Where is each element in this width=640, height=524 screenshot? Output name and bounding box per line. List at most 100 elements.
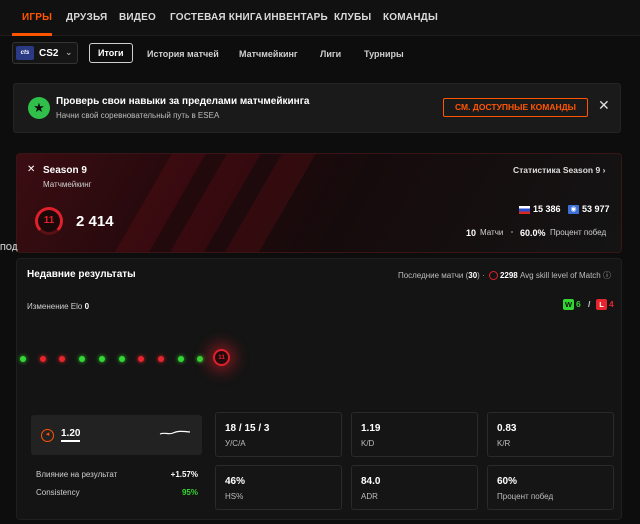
wins-summary: W6 (563, 299, 581, 310)
winrate-value: 60.0% (520, 228, 546, 238)
recent-results-panel: Недавние результаты Последние матчи (30)… (16, 258, 622, 520)
season-title: Season 9 (43, 165, 87, 176)
level-mini-icon (488, 271, 498, 280)
world-rank: 53 977 (582, 204, 610, 214)
match-win-dot[interactable] (118, 356, 125, 362)
stat-value: 46% (225, 476, 246, 487)
edge-text: ПОД (0, 243, 18, 252)
elo-change-value: 0 (84, 302, 90, 311)
season-stats-link[interactable]: Статистика Season 9 › (513, 165, 605, 175)
season-stats-link-label: Статистика Season 9 (513, 165, 601, 175)
losses-summary: L4 (596, 299, 614, 310)
recent-info-prefix: Последние матчи ( (397, 271, 469, 280)
tab-video[interactable]: ВИДЕО (119, 12, 156, 23)
recent-info-count: 30 (468, 271, 478, 280)
tab-teams[interactable]: КОМАНДЫ (383, 12, 438, 23)
avg-label: Avg skill level of Match (519, 271, 601, 280)
stat-label: K/R (497, 439, 511, 448)
matches-count: 10 (466, 228, 477, 238)
skill-level-badge: 11 (35, 207, 63, 235)
elo-change: Изменение Elo 0 (27, 302, 89, 311)
tab-clubs[interactable]: КЛУБЫ (334, 12, 371, 23)
esea-banner: ★ Проверь свои навыки за пределами матчм… (13, 83, 621, 133)
globe-icon: ◉ (568, 205, 579, 214)
see-teams-button[interactable]: СМ. ДОСТУПНЫЕ КОМАНДЫ (443, 98, 588, 117)
wl-separator: / (588, 299, 591, 309)
recent-info-suffix: ) (477, 271, 480, 280)
stat-value: 60% (497, 476, 518, 487)
kd-header: ◂ 1.20 (31, 415, 202, 455)
stat-label: Процент побед (497, 492, 554, 501)
avg-elo: 2298 (499, 271, 518, 280)
russia-flag-icon (519, 206, 530, 214)
tab-friends[interactable]: ДРУЗЬЯ (66, 12, 107, 23)
season-card: ✕ Season 9 Матчмейкинг Статистика Season… (16, 153, 622, 253)
losses-count: 4 (609, 299, 614, 309)
stat-label: ADR (361, 492, 378, 501)
cs2-logo-icon: cts (16, 46, 34, 60)
loss-badge: L (596, 299, 607, 310)
elo-change-label: Изменение Elo (27, 302, 83, 311)
tab-inventory[interactable]: ИНВЕНТАРЬ (264, 12, 328, 23)
match-win-dot[interactable] (98, 356, 105, 362)
stat-card-kd: 1.19 K/D (351, 412, 478, 457)
active-tab-indicator (12, 33, 52, 36)
tab-guestbook[interactable]: ГОСТЕВАЯ КНИГА (170, 12, 263, 23)
stat-card-kda: 18 / 15 / 3 У/С/А (215, 412, 342, 457)
stat-value: 1.19 (361, 423, 381, 434)
stat-value: 0.83 (497, 423, 517, 434)
kd-summary-card: ◂ 1.20 Влияние на результат +1.57% Consi… (31, 415, 202, 503)
subtab-matchmaking[interactable]: Матчмейкинг (239, 49, 298, 59)
chevron-down-icon: ⌄ (65, 47, 73, 57)
match-loss-dot[interactable] (138, 356, 145, 362)
stat-value: 84.0 (361, 476, 381, 487)
target-icon: ◂ (41, 429, 54, 442)
subtab-tournaments[interactable]: Турниры (364, 49, 404, 59)
close-icon[interactable]: ✕ (598, 97, 610, 114)
season-mode: Матчмейкинг (43, 180, 92, 189)
wins-count: 6 (576, 299, 581, 309)
game-selector[interactable]: cts CS2 ⌄ (12, 42, 78, 64)
stat-card-winrate: 60% Процент побед (487, 465, 614, 510)
stat-label: HS% (225, 492, 244, 501)
info-icon[interactable]: ⓘ (603, 271, 611, 280)
stat-card-hs: 46% HS% (215, 465, 342, 510)
impact-row: Влияние на результат +1.57% (36, 470, 198, 479)
match-loss-dot[interactable] (39, 356, 46, 362)
match-loss-dot[interactable] (157, 356, 164, 362)
consistency-row: Consistency 95% (36, 488, 198, 497)
subtab-leagues[interactable]: Лиги (320, 49, 341, 59)
tab-games[interactable]: ИГРЫ (22, 12, 52, 23)
stat-card-adr: 84.0 ADR (351, 465, 478, 510)
stat-label: У/С/А (225, 439, 246, 448)
kd-value: 1.20 (61, 428, 81, 442)
subtab-match-history[interactable]: История матчей (147, 49, 219, 59)
separator-dot (511, 231, 513, 233)
match-win-dot[interactable] (79, 356, 86, 362)
recent-title: Недавние результаты (27, 269, 136, 280)
stat-value: 18 / 15 / 3 (225, 423, 270, 434)
game-name: CS2 (39, 48, 59, 59)
match-win-dot[interactable] (197, 356, 204, 362)
country-rank: 15 386 (533, 204, 561, 214)
match-win-dot[interactable] (177, 356, 184, 362)
banner-title: Проверь свои навыки за пределами матчмей… (56, 96, 310, 107)
consistency-value: 95% (181, 488, 198, 497)
matches-label: Матчи (480, 228, 504, 237)
subtab-summary[interactable]: Итоги (89, 43, 133, 63)
recent-info: Последние матчи (30) · 2298 Avg skill le… (397, 271, 611, 280)
elo-value: 2 414 (76, 213, 114, 230)
top-nav: ИГРЫ ДРУЗЬЯ ВИДЕО ГОСТЕВАЯ КНИГА ИНВЕНТА… (0, 0, 640, 36)
star-badge-icon: ★ (28, 97, 50, 119)
stat-card-kr: 0.83 K/R (487, 412, 614, 457)
match-win-dot[interactable] (20, 356, 26, 362)
crosshair-icon: ✕ (27, 164, 36, 175)
match-loss-dot[interactable] (59, 356, 66, 362)
win-badge: W (563, 299, 574, 310)
banner-subtitle: Начни свой соревновательный путь в ESEA (56, 111, 220, 120)
chevron-right-icon: › (602, 165, 606, 175)
stat-label: K/D (361, 439, 375, 448)
sparkline-icon (159, 430, 191, 435)
current-level-marker: 11 (213, 349, 230, 366)
impact-value: +1.57% (170, 470, 198, 479)
